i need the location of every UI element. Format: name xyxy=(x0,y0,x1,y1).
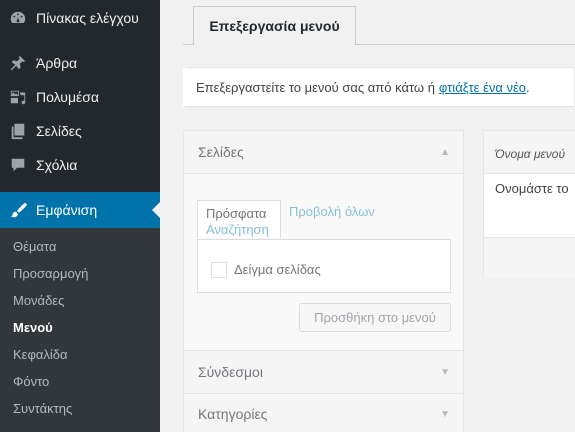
submenu-item-editor[interactable]: Συντάκτης xyxy=(13,401,72,416)
submenu-item-header[interactable]: Κεφαλίδα xyxy=(13,347,68,362)
accordion-categories-title: Κατηγορίες xyxy=(198,406,268,422)
dashboard-icon xyxy=(0,9,36,27)
sidebar-item-label: Πίνακας ελέγχου xyxy=(36,10,139,26)
notice-box: Επεξεργαστείτε το μενού σας από κάτω ή φ… xyxy=(183,67,575,107)
accordion-pages-header[interactable]: Σελίδες ▲ xyxy=(184,131,463,174)
menu-name-prompt: Ονομάστε το xyxy=(495,181,569,196)
menu-edit-panel: Όνομα μενού Ονομάστε το xyxy=(483,130,575,278)
tab-search[interactable]: Αναζήτηση xyxy=(206,222,269,237)
accordion-links-header[interactable]: Σύνδεσμοι ▼ xyxy=(184,351,463,394)
sidebar-item-dashboard[interactable]: Πίνακας ελέγχου xyxy=(0,1,160,35)
submenu-item-customize[interactable]: Προσαρμογή xyxy=(13,266,88,281)
notice-text: Επεξεργαστείτε το μενού σας από κάτω ή xyxy=(196,79,435,95)
menu-name-label: Όνομα μενού xyxy=(484,131,575,174)
tab-view-all[interactable]: Προβολή όλων xyxy=(289,204,375,219)
page-item-label[interactable]: Δείγμα σελίδας xyxy=(234,262,321,277)
notice-suffix: . xyxy=(526,79,530,95)
sidebar-item-appearance[interactable]: Εμφάνιση xyxy=(0,192,160,228)
sidebar-item-comments[interactable]: Σχόλια xyxy=(0,148,160,182)
add-to-menu-button[interactable]: Προσθήκη στο μενού xyxy=(299,303,451,332)
add-menu-items-accordion: Σελίδες ▲ Πρόσφατα Προβολή όλων Αναζήτησ… xyxy=(183,130,464,432)
submenu-item-background[interactable]: Φόντο xyxy=(13,374,49,389)
sidebar-item-label: Εμφάνιση xyxy=(36,202,98,218)
pages-icon xyxy=(0,122,36,140)
sidebar-item-posts[interactable]: Άρθρα xyxy=(0,46,160,80)
tab-edit-menus[interactable]: Επεξεργασία μενού xyxy=(193,6,356,45)
submenu-item-themes[interactable]: Θέματα xyxy=(13,239,56,254)
arrow-up-icon: ▲ xyxy=(440,146,450,158)
appearance-brush-icon xyxy=(0,201,36,219)
appearance-submenu: Θέματα Προσαρμογή Μονάδες Μενού Κεφαλίδα… xyxy=(0,228,160,432)
sidebar-item-label: Σχόλια xyxy=(36,157,78,173)
page-checkbox[interactable] xyxy=(211,262,227,278)
pushpin-icon xyxy=(0,54,36,72)
pages-list-panel: Δείγμα σελίδας xyxy=(197,239,451,293)
accordion-categories-header[interactable]: Κατηγορίες ▼ xyxy=(184,394,463,432)
sidebar-item-media[interactable]: Πολυμέσα xyxy=(0,80,160,114)
accordion-pages-title: Σελίδες xyxy=(198,144,244,160)
menu-panel-footer xyxy=(484,237,575,278)
submenu-item-menus[interactable]: Μενού xyxy=(13,320,53,335)
arrow-down-icon: ▼ xyxy=(440,366,450,378)
comments-icon xyxy=(0,156,36,174)
arrow-down-icon: ▼ xyxy=(440,408,450,420)
sidebar-item-label: Πολυμέσα xyxy=(36,89,99,105)
media-icon xyxy=(0,88,36,106)
admin-sidebar: Πίνακας ελέγχου Άρθρα Πολυμέσα Σελίδες Σ… xyxy=(0,0,160,432)
sidebar-item-label: Σελίδες xyxy=(36,123,82,139)
accordion-links-title: Σύνδεσμοι xyxy=(198,364,263,380)
sidebar-item-pages[interactable]: Σελίδες xyxy=(0,114,160,148)
accordion-pages-body: Πρόσφατα Προβολή όλων Αναζήτηση Δείγμα σ… xyxy=(184,174,463,351)
submenu-item-widgets[interactable]: Μονάδες xyxy=(13,293,64,308)
tab-divider-gap xyxy=(194,44,355,45)
sidebar-item-label: Άρθρα xyxy=(36,55,78,71)
create-new-menu-link[interactable]: φτιάξτε ένα νέο xyxy=(439,80,526,95)
